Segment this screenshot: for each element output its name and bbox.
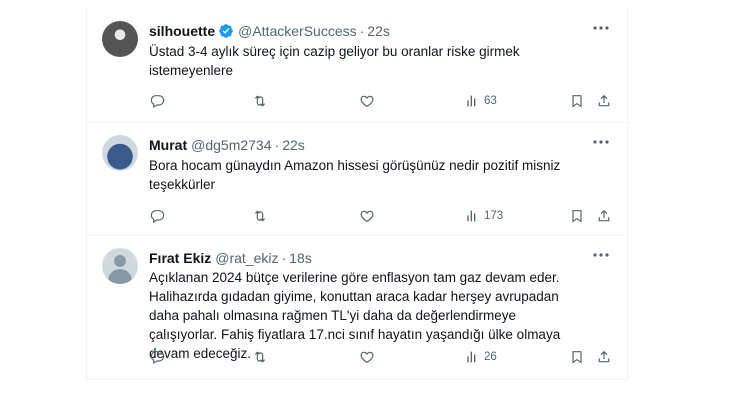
verified-badge-icon (218, 23, 234, 42)
timeline-feed: silhouette @AttackerSuccess · 22s Üstad 3-4… (86, 8, 628, 380)
bookmark-icon[interactable] (569, 348, 585, 366)
views-icon (467, 351, 476, 363)
tweet-actions: 173 (149, 207, 612, 227)
separator-dot: · (359, 23, 365, 39)
avatar[interactable] (102, 21, 138, 57)
tweet[interactable]: Fırat Ekiz @rat_ekiz · 18s Açıklanan 2024 b… (87, 235, 627, 380)
view-count: 26 (484, 351, 497, 363)
share-icon[interactable] (596, 348, 612, 366)
like-icon[interactable] (359, 207, 375, 225)
bookmark-icon[interactable] (569, 92, 585, 110)
tweet-text: Bora hocam günaydın Amazon hissesi görüş… (149, 158, 561, 192)
tweet-actions: 26 (149, 348, 612, 368)
tweet-text: Üstad 3-4 aylık süreç için cazip geliyor… (149, 44, 520, 78)
separator-dot: · (281, 250, 287, 266)
author-handle[interactable]: @dg5m2734 (191, 137, 271, 153)
avatar[interactable] (102, 248, 138, 284)
bookmark-icon[interactable] (569, 207, 585, 225)
tweet-header: silhouette @AttackerSuccess · 22s (149, 23, 390, 42)
reply-icon[interactable] (149, 348, 165, 366)
author-handle[interactable]: @AttackerSuccess (238, 23, 356, 39)
share-icon[interactable] (596, 207, 612, 225)
separator-dot: · (274, 137, 280, 153)
tweet-header: Fırat Ekiz @rat_ekiz · 18s (149, 250, 312, 266)
reply-icon[interactable] (149, 207, 165, 225)
view-count: 173 (484, 210, 504, 222)
author-handle[interactable]: @rat_ekiz (215, 250, 278, 266)
more-icon[interactable] (591, 20, 611, 36)
retweet-icon[interactable] (252, 92, 268, 110)
more-icon[interactable] (591, 134, 611, 150)
timestamp[interactable]: 22s (367, 23, 390, 39)
retweet-icon[interactable] (252, 348, 268, 366)
views-button[interactable]: 173 (464, 207, 503, 225)
timestamp[interactable]: 22s (282, 137, 305, 153)
author-name[interactable]: Murat (149, 137, 187, 153)
tweet[interactable]: silhouette @AttackerSuccess · 22s Üstad 3-4… (87, 8, 627, 123)
views-button[interactable]: 26 (464, 348, 497, 366)
views-button[interactable]: 63 (464, 92, 497, 110)
avatar[interactable] (102, 135, 138, 171)
view-count: 63 (484, 95, 497, 107)
views-icon (467, 95, 476, 107)
tweet-header: Murat @dg5m2734 · 22s (149, 137, 305, 153)
share-icon[interactable] (596, 92, 612, 110)
author-name[interactable]: Fırat Ekiz (149, 250, 211, 266)
more-icon[interactable] (591, 247, 611, 263)
reply-icon[interactable] (149, 92, 165, 110)
views-icon (467, 210, 476, 222)
author-name[interactable]: silhouette (149, 23, 215, 39)
tweet[interactable]: Murat @dg5m2734 · 22s Bora hocam günaydın A… (87, 122, 627, 236)
retweet-icon[interactable] (252, 207, 268, 225)
default-avatar-icon (114, 255, 126, 267)
default-avatar-body (108, 269, 132, 284)
like-icon[interactable] (359, 348, 375, 366)
like-icon[interactable] (359, 92, 375, 110)
timestamp[interactable]: 18s (289, 250, 312, 266)
tweet-actions: 63 (149, 92, 612, 112)
